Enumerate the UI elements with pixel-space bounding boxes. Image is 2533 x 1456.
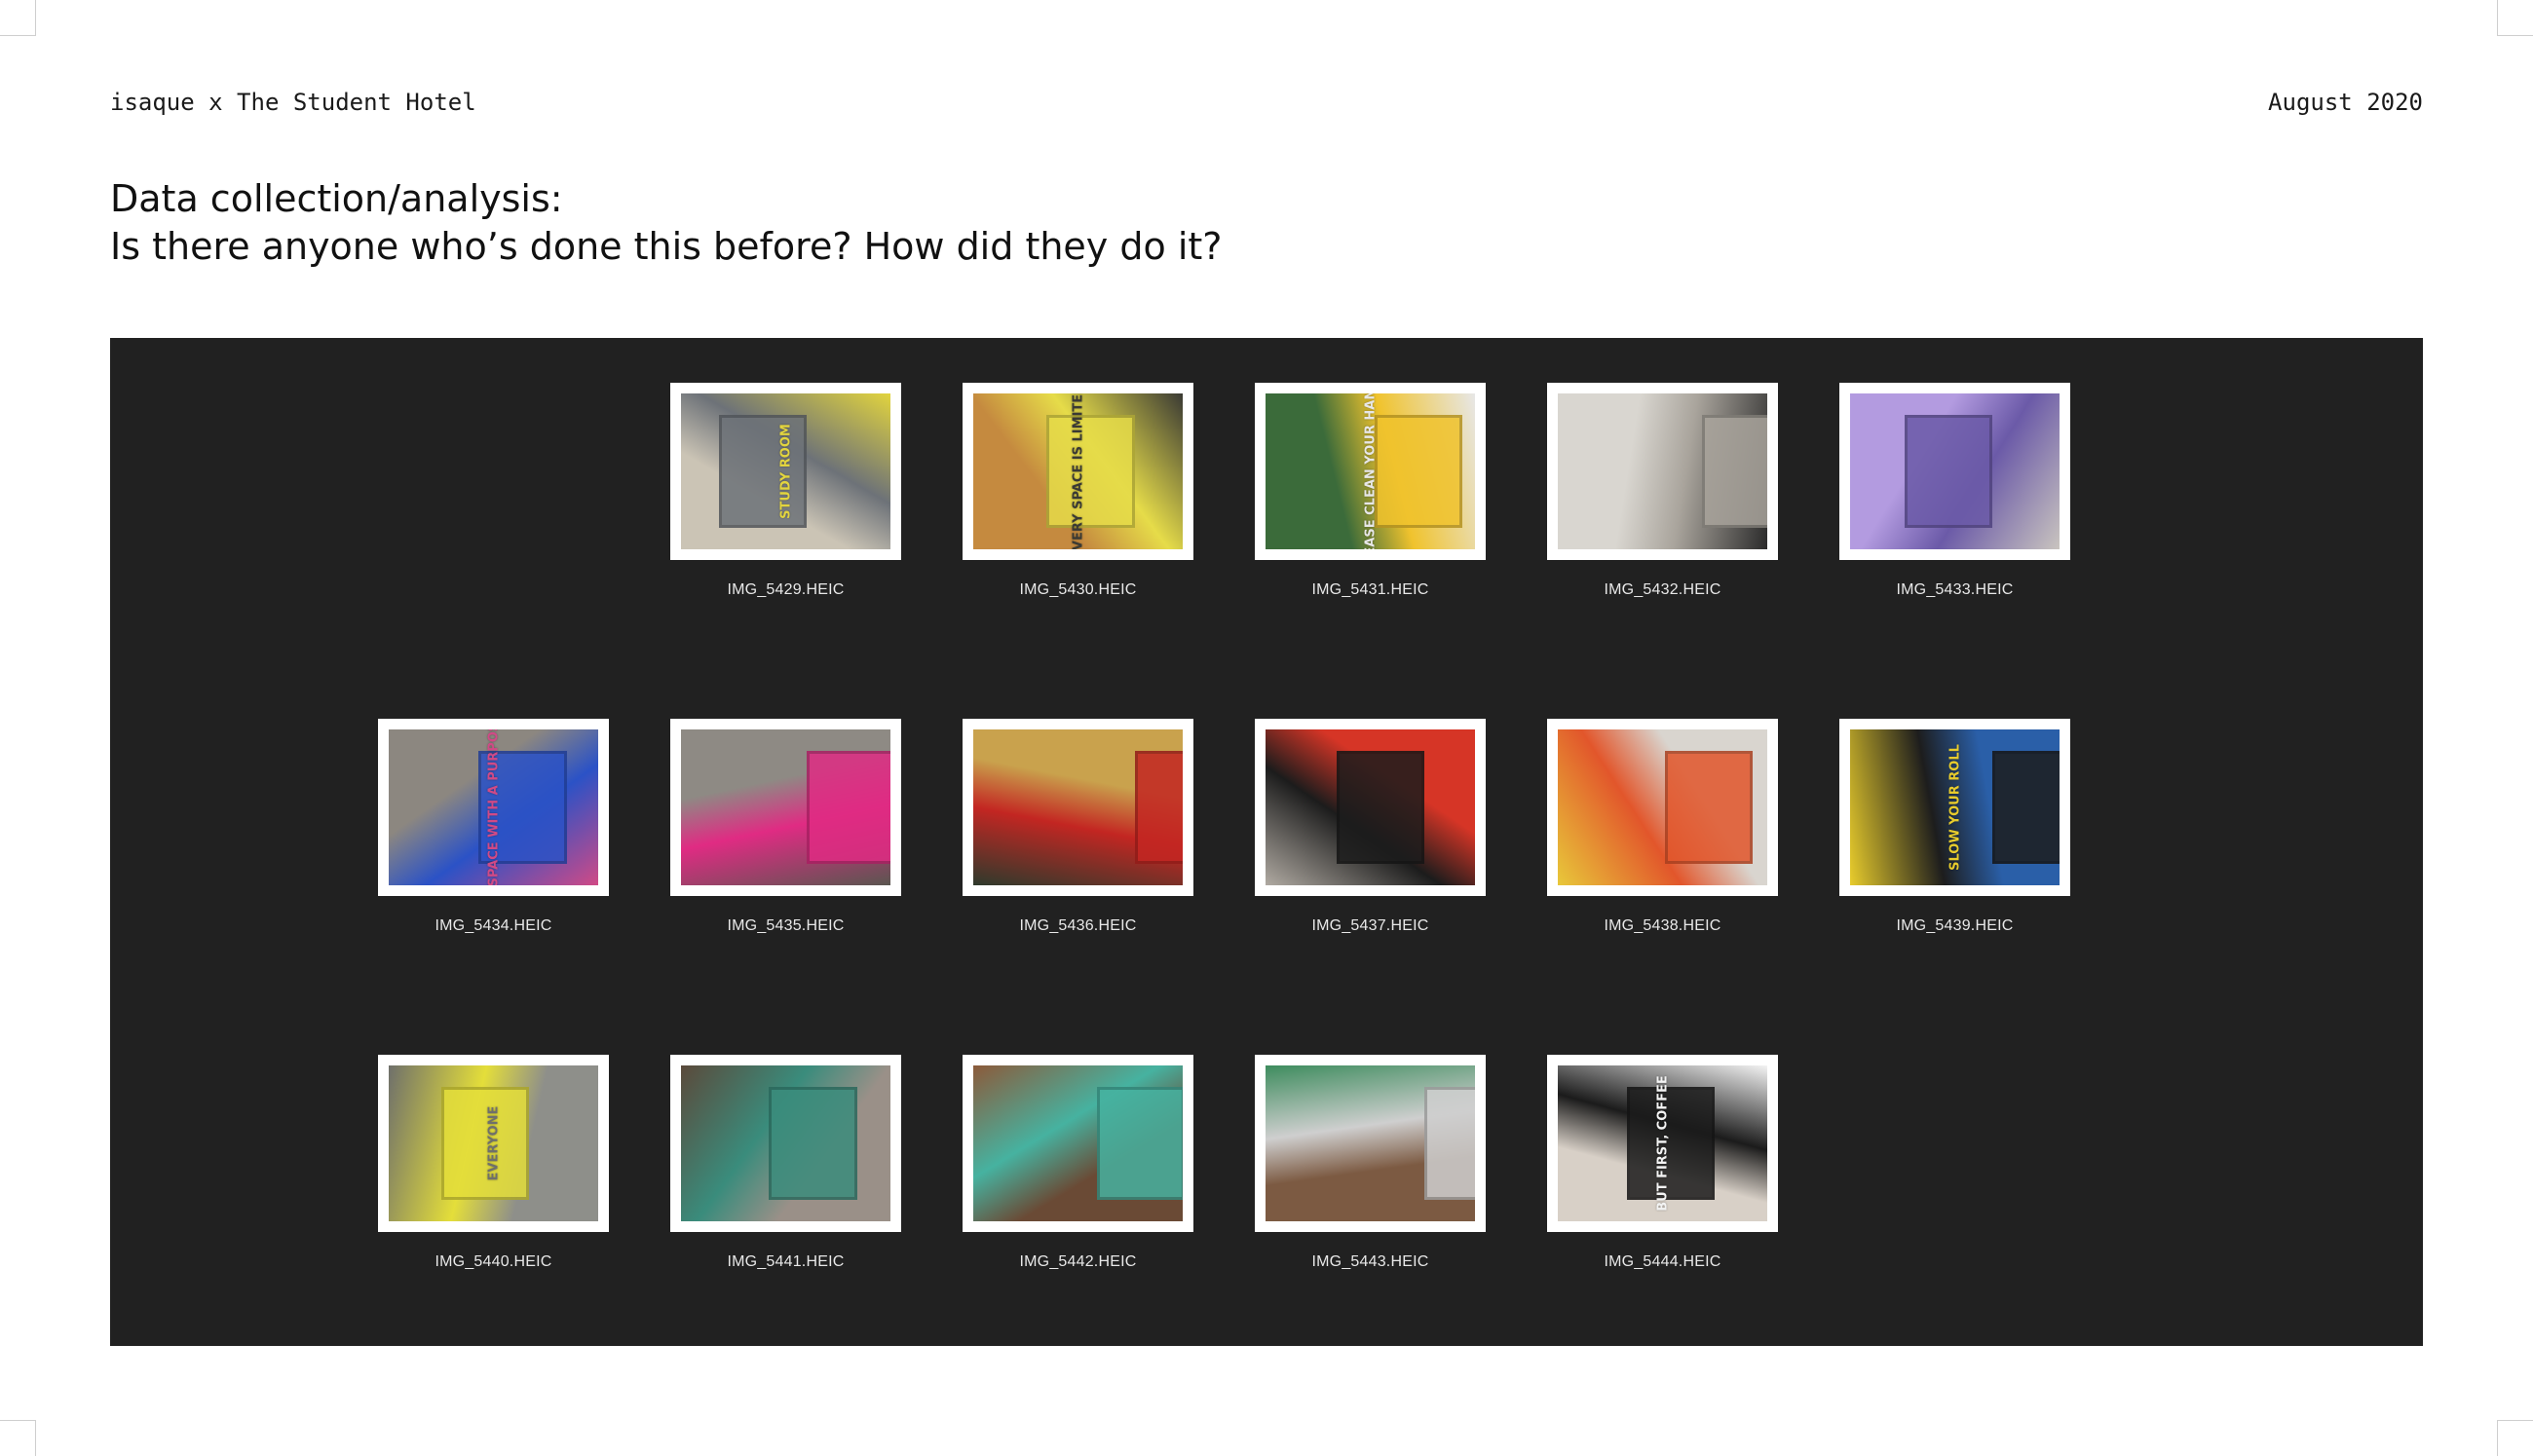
file-name-label: IMG_5431.HEIC bbox=[1311, 581, 1429, 598]
file-item[interactable]: EVERY SPACE IS LIMITED IMG_5430.HEIC bbox=[901, 338, 1193, 620]
thumbnail-image bbox=[1558, 729, 1767, 885]
file-item[interactable]: IMG_5443.HEIC bbox=[1193, 1010, 1486, 1292]
file-name-label: IMG_5443.HEIC bbox=[1311, 1253, 1429, 1270]
file-name-label: IMG_5438.HEIC bbox=[1604, 917, 1721, 934]
file-item[interactable]: BUT FIRST, COFFEE IMG_5444.HEIC bbox=[1486, 1010, 1778, 1292]
file-thumbnail[interactable] bbox=[963, 719, 1193, 896]
file-name-label: IMG_5440.HEIC bbox=[435, 1253, 552, 1270]
thumbnail-subject bbox=[1992, 751, 2060, 864]
thumbnail-image: BUT FIRST, COFFEE bbox=[1558, 1065, 1767, 1221]
file-name-label: IMG_5441.HEIC bbox=[727, 1253, 845, 1270]
thumbnail-subject bbox=[1626, 1087, 1716, 1200]
file-name-label: IMG_5435.HEIC bbox=[727, 917, 845, 934]
file-name-label: IMG_5432.HEIC bbox=[1604, 581, 1721, 598]
thumbnail-image: A SPACE WITH A PURPOSE bbox=[389, 729, 598, 885]
file-item[interactable]: IMG_5437.HEIC bbox=[1193, 674, 1486, 956]
file-item[interactable]: IMG_5442.HEIC bbox=[901, 1010, 1193, 1292]
file-thumbnail[interactable]: EVERYONE bbox=[378, 1055, 609, 1232]
thumbnail-subject bbox=[1046, 415, 1135, 528]
thumbnail-image bbox=[1558, 393, 1767, 549]
thumbnail-image bbox=[973, 1065, 1183, 1221]
file-thumbnail[interactable]: BUT FIRST, COFFEE bbox=[1547, 1055, 1778, 1232]
file-item[interactable]: IMG_5441.HEIC bbox=[609, 1010, 901, 1292]
thumbnail-image bbox=[1266, 1065, 1475, 1221]
thumbnail-subject bbox=[1702, 415, 1767, 528]
file-item[interactable]: IMG_5436.HEIC bbox=[901, 674, 1193, 956]
file-thumbnail[interactable]: PLEASE CLEAN YOUR HANDS bbox=[1255, 383, 1486, 560]
thumbnail-image: PLEASE CLEAN YOUR HANDS bbox=[1266, 393, 1475, 549]
thumbnail-subject bbox=[1664, 751, 1753, 864]
thumbnail-subject bbox=[769, 1087, 857, 1200]
file-gallery-panel: STUDY ROOM IMG_5429.HEIC EVERY SPACE IS LI… bbox=[110, 338, 2423, 1346]
thumbnail-image: EVERY SPACE IS LIMITED bbox=[973, 393, 1183, 549]
file-item[interactable]: IMG_5432.HEIC bbox=[1486, 338, 1778, 620]
date-label: August 2020 bbox=[2268, 89, 2423, 116]
file-thumbnail[interactable]: STUDY ROOM bbox=[670, 383, 901, 560]
page-heading: Data collection/analysis: Is there anyon… bbox=[110, 175, 1222, 271]
project-label: isaque x The Student Hotel bbox=[110, 89, 476, 116]
file-thumbnail[interactable] bbox=[1255, 719, 1486, 896]
file-item[interactable]: EVERYONE IMG_5440.HEIC bbox=[317, 1010, 609, 1292]
file-item[interactable]: IMG_5435.HEIC bbox=[609, 674, 901, 956]
crop-mark-top-right bbox=[2497, 0, 2533, 36]
thumbnail-subject bbox=[1424, 1087, 1475, 1200]
file-thumbnail[interactable]: SLOW YOUR ROLL bbox=[1839, 719, 2070, 896]
file-thumbnail[interactable] bbox=[1547, 719, 1778, 896]
heading-line-2: Is there anyone who’s done this before? … bbox=[110, 225, 1223, 268]
thumbnail-image bbox=[1266, 729, 1475, 885]
file-thumbnail[interactable] bbox=[1839, 383, 2070, 560]
file-item[interactable]: IMG_5438.HEIC bbox=[1486, 674, 1778, 956]
file-name-label: IMG_5436.HEIC bbox=[1019, 917, 1137, 934]
thumbnail-grid: STUDY ROOM IMG_5429.HEIC EVERY SPACE IS LI… bbox=[110, 338, 2423, 1346]
crop-mark-top-left bbox=[0, 0, 36, 36]
thumbnail-sign-text: SLOW YOUR ROLL bbox=[1947, 744, 1962, 871]
file-item[interactable]: IMG_5433.HEIC bbox=[1778, 338, 2070, 620]
file-name-label: IMG_5437.HEIC bbox=[1311, 917, 1429, 934]
file-name-label: IMG_5439.HEIC bbox=[1896, 917, 2014, 934]
file-thumbnail[interactable] bbox=[963, 1055, 1193, 1232]
thumbnail-subject bbox=[1374, 415, 1463, 528]
crop-mark-bottom-right bbox=[2497, 1420, 2533, 1456]
file-name-label: IMG_5430.HEIC bbox=[1019, 581, 1137, 598]
file-item[interactable]: STUDY ROOM IMG_5429.HEIC bbox=[609, 338, 901, 620]
file-thumbnail[interactable] bbox=[1547, 383, 1778, 560]
thumbnail-subject bbox=[1096, 1087, 1183, 1200]
file-name-label: IMG_5442.HEIC bbox=[1019, 1253, 1137, 1270]
thumbnail-sign-text: EVERYONE bbox=[486, 1105, 501, 1181]
thumbnail-subject bbox=[440, 1087, 530, 1200]
thumbnail-image bbox=[973, 729, 1183, 885]
file-thumbnail[interactable]: A SPACE WITH A PURPOSE bbox=[378, 719, 609, 896]
thumbnail-image bbox=[681, 1065, 890, 1221]
thumbnail-sign-text: STUDY ROOM bbox=[778, 424, 793, 519]
thumbnail-subject bbox=[1904, 415, 1993, 528]
file-thumbnail[interactable]: EVERY SPACE IS LIMITED bbox=[963, 383, 1193, 560]
file-item[interactable]: PLEASE CLEAN YOUR HANDS IMG_5431.HEIC bbox=[1193, 338, 1486, 620]
file-thumbnail[interactable] bbox=[670, 1055, 901, 1232]
thumbnail-sign-text: A SPACE WITH A PURPOSE bbox=[486, 729, 501, 885]
file-name-label: IMG_5444.HEIC bbox=[1604, 1253, 1721, 1270]
thumbnail-image: STUDY ROOM bbox=[681, 393, 890, 549]
file-thumbnail[interactable] bbox=[1255, 1055, 1486, 1232]
thumbnail-subject bbox=[1337, 751, 1425, 864]
file-name-label: IMG_5434.HEIC bbox=[435, 917, 552, 934]
file-thumbnail[interactable] bbox=[670, 719, 901, 896]
file-item[interactable]: A SPACE WITH A PURPOSE IMG_5434.HEIC bbox=[317, 674, 609, 956]
thumbnail-sign-text: EVERY SPACE IS LIMITED bbox=[1071, 393, 1085, 549]
thumbnail-image: EVERYONE bbox=[389, 1065, 598, 1221]
heading-line-1: Data collection/analysis: bbox=[110, 177, 563, 220]
thumbnail-image: SLOW YOUR ROLL bbox=[1850, 729, 2060, 885]
file-name-label: IMG_5433.HEIC bbox=[1896, 581, 2014, 598]
thumbnail-image bbox=[1850, 393, 2060, 549]
file-item[interactable]: SLOW YOUR ROLL IMG_5439.HEIC bbox=[1778, 674, 2070, 956]
thumbnail-subject bbox=[1134, 751, 1183, 864]
file-name-label: IMG_5429.HEIC bbox=[727, 581, 845, 598]
thumbnail-image bbox=[681, 729, 890, 885]
thumbnail-sign-text: BUT FIRST, COFFEE bbox=[1655, 1075, 1670, 1212]
crop-mark-bottom-left bbox=[0, 1420, 36, 1456]
thumbnail-subject bbox=[807, 751, 890, 864]
thumbnail-sign-text: PLEASE CLEAN YOUR HANDS bbox=[1363, 393, 1378, 549]
